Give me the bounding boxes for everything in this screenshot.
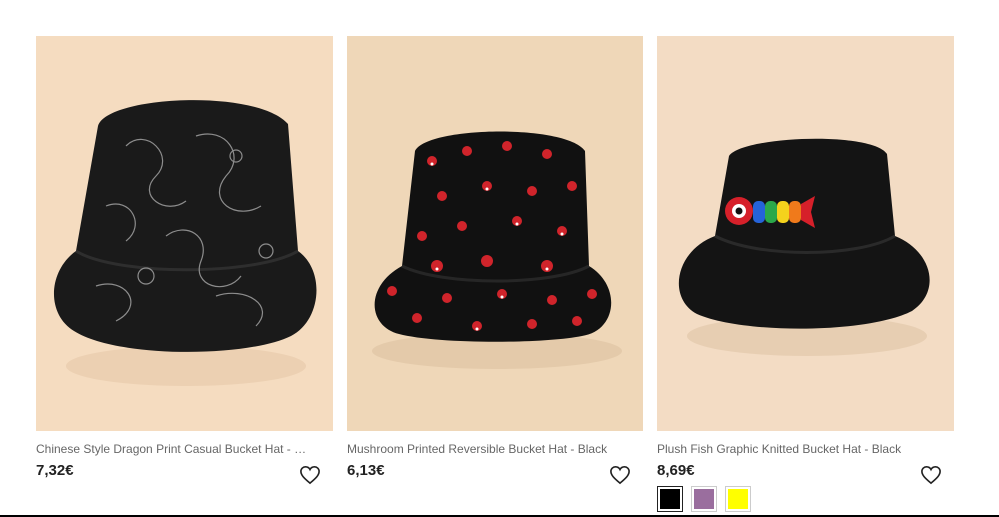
wishlist-heart-icon[interactable] — [609, 464, 631, 486]
wishlist-heart-icon[interactable] — [299, 464, 321, 486]
product-card-dragon-hat[interactable]: Chinese Style Dragon Print Casual Bucket… — [36, 36, 333, 488]
product-title[interactable]: Mushroom Printed Reversible Bucket Hat -… — [347, 442, 643, 456]
product-title[interactable]: Plush Fish Graphic Knitted Bucket Hat - … — [657, 442, 954, 456]
swatch-yellow[interactable] — [725, 486, 751, 512]
price-row: 6,13€ — [347, 462, 643, 488]
product-card-fish-hat[interactable]: Plush Fish Graphic Knitted Bucket Hat - … — [657, 36, 954, 488]
product-image-fish-hat[interactable] — [657, 36, 954, 431]
product-image-dragon-hat[interactable] — [36, 36, 333, 431]
product-price: 8,69€ — [657, 462, 695, 479]
price-row: 8,69€ — [657, 462, 954, 488]
product-image-mushroom-hat[interactable] — [347, 36, 643, 431]
product-price: 7,32€ — [36, 462, 74, 479]
wishlist-heart-icon[interactable] — [920, 464, 942, 486]
product-card-mushroom-hat[interactable]: Mushroom Printed Reversible Bucket Hat -… — [347, 36, 643, 488]
product-price: 6,13€ — [347, 462, 385, 479]
price-row: 7,32€ — [36, 462, 333, 488]
swatch-black[interactable] — [657, 486, 683, 512]
color-swatches — [657, 486, 751, 512]
swatch-purple[interactable] — [691, 486, 717, 512]
product-title[interactable]: Chinese Style Dragon Print Casual Bucket… — [36, 442, 312, 456]
